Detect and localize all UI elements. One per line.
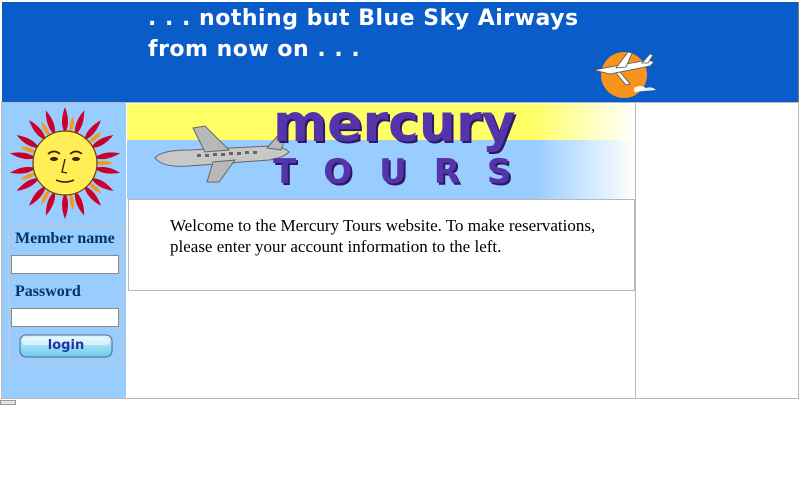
member-name-label: Member name (15, 230, 115, 247)
airplane-sun-logo-icon (593, 51, 656, 98)
main-content: mercury TOURS Welcome to the Mercury Tou… (126, 103, 636, 398)
login-button-shape (19, 334, 113, 358)
password-input[interactable] (11, 308, 119, 327)
mercury-tours-page: . . . nothing but Blue Sky Airways from … (0, 0, 800, 498)
banner-tagline-line1: . . . nothing but Blue Sky Airways (148, 6, 579, 31)
hero-subtitle: TOURS (273, 152, 539, 192)
welcome-box: Welcome to the Mercury Tours website. To… (128, 199, 635, 291)
mercury-tours-hero: mercury TOURS (127, 104, 635, 199)
welcome-message: Welcome to the Mercury Tours website. To… (170, 216, 596, 256)
banner-tagline-line2: from now on . . . (148, 37, 361, 62)
login-button[interactable]: login (19, 334, 113, 358)
login-form: Member name Password login (8, 225, 122, 363)
username-input[interactable] (11, 255, 119, 274)
password-label: Password (15, 283, 81, 300)
scroll-handle[interactable] (0, 400, 16, 405)
top-banner: . . . nothing but Blue Sky Airways from … (2, 2, 799, 103)
hero-title: mercury (273, 104, 516, 154)
sun-face-icon (9, 107, 121, 219)
sidebar: Member name Password login (2, 103, 126, 398)
